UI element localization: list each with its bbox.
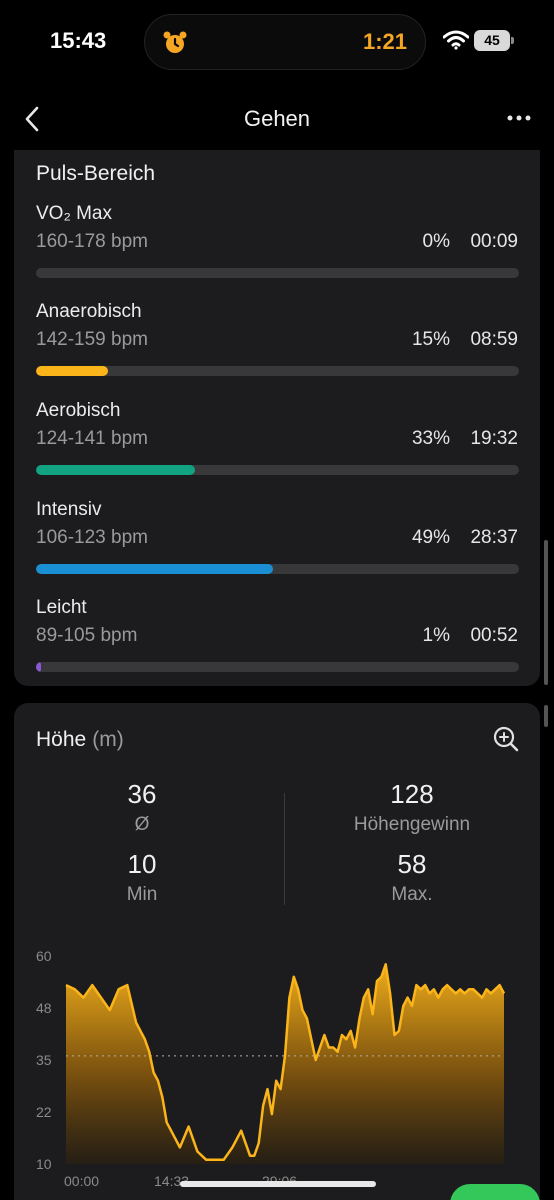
altitude-chart[interactable]: 60 48 35 22 10 00:00 14:33 29:06 [14, 936, 540, 1186]
heart-rate-title: Puls-Bereich [36, 162, 156, 185]
zone-range: 124-141 bpm [36, 428, 148, 449]
scroll-indicator[interactable] [544, 705, 548, 727]
zone-light: Leicht 89-105 bpm 1% 00:52 [14, 597, 540, 695]
zone-range: 142-159 bpm [36, 329, 148, 350]
dynamic-island[interactable]: 1:21 [144, 14, 426, 70]
y-tick-label: 22 [36, 1104, 52, 1120]
zone-range: 160-178 bpm [36, 231, 148, 252]
stat-label: Höhengewinn [353, 814, 471, 835]
zone-name: Anaerobisch [36, 301, 142, 322]
zone-range: 106-123 bpm [36, 527, 148, 548]
zone-progress-fill [36, 465, 196, 475]
scroll-indicator-top[interactable] [544, 540, 548, 685]
timer-readout: 1:21 [362, 29, 407, 54]
zone-intensive: Intensiv 106-123 bpm 49% 28:37 [14, 499, 540, 597]
zone-name: Intensiv [36, 499, 102, 520]
wifi-icon [443, 30, 469, 50]
zone-progress-bar [36, 662, 519, 672]
zone-range: 89-105 bpm [36, 625, 138, 646]
y-tick-label: 48 [36, 1000, 52, 1016]
x-tick-label: 00:00 [64, 1173, 99, 1186]
zone-percent: 0% [422, 231, 450, 252]
zone-progress-bar [36, 465, 519, 475]
stats-divider [284, 793, 285, 905]
altitude-title: Höhe (m) [36, 728, 124, 752]
zone-percent: 1% [422, 625, 450, 646]
zone-time: 19:32 [470, 428, 518, 449]
nav-header: Gehen [0, 88, 554, 152]
zone-percent: 33% [411, 428, 450, 449]
zone-vo2max: VO₂ Max 160-178 bpm 0% 00:09 [14, 203, 540, 301]
stat-value: 10 [127, 849, 157, 879]
y-tick-label: 60 [36, 948, 52, 964]
zone-percent: 49% [411, 527, 450, 548]
stat-label: Ø [134, 814, 150, 835]
zone-time: 00:09 [470, 231, 518, 252]
stat-elevation-gain: 128 Höhengewinn [292, 779, 532, 836]
heart-rate-zones-card: Puls-Bereich VO₂ Max 160-178 bpm 0% 00:0… [14, 150, 540, 686]
altitude-card: Höhe (m) 36 Ø 128 Höhengewinn 10 Min 58 M… [14, 703, 540, 1200]
zone-progress-fill [36, 662, 41, 672]
zone-time: 08:59 [470, 329, 518, 350]
stat-label: Min [126, 884, 158, 905]
home-indicator[interactable] [180, 1181, 376, 1187]
stat-minimum: 10 Min [22, 849, 262, 906]
alarm-clock-icon [163, 31, 187, 53]
status-time: 15:43 [50, 28, 107, 53]
altitude-chart-svg: 6048352210 00:00 14:33 29:06 [36, 948, 506, 1186]
zone-percent: 15% [411, 329, 450, 350]
zone-aerobic: Aerobisch 124-141 bpm 33% 19:32 [14, 400, 540, 498]
zone-progress-bar [36, 564, 519, 574]
zoom-in-icon[interactable] [492, 725, 520, 753]
zone-anaerobic: Anaerobisch 142-159 bpm 15% 08:59 [14, 301, 540, 399]
altitude-unit: (m) [92, 728, 124, 751]
stat-value: 58 [397, 849, 427, 879]
zone-progress-bar [36, 268, 519, 278]
toggle-switch[interactable] [450, 1184, 540, 1200]
zone-name: Leicht [36, 597, 87, 618]
zone-progress-fill [36, 564, 273, 574]
stat-value: 36 [127, 779, 157, 809]
zone-name: VO₂ Max [36, 203, 112, 224]
zone-progress-fill [36, 366, 109, 376]
zone-time: 00:52 [470, 625, 518, 646]
y-tick-label: 10 [36, 1156, 52, 1172]
stat-value: 128 [390, 779, 434, 809]
altitude-title-text: Höhe [36, 728, 87, 751]
zone-name: Aerobisch [36, 400, 121, 421]
more-options-icon[interactable] [505, 106, 533, 130]
y-tick-label: 35 [36, 1052, 52, 1068]
status-bar: 15:43 1:21 45 [0, 0, 554, 88]
stat-maximum: 58 Max. [292, 849, 532, 906]
zone-progress-bar [36, 366, 519, 376]
stat-label: Max. [391, 884, 433, 905]
stat-average: 36 Ø [22, 779, 262, 836]
zone-time: 28:37 [470, 527, 518, 548]
battery-icon: 45 [474, 30, 514, 51]
page-title: Gehen [243, 106, 311, 131]
